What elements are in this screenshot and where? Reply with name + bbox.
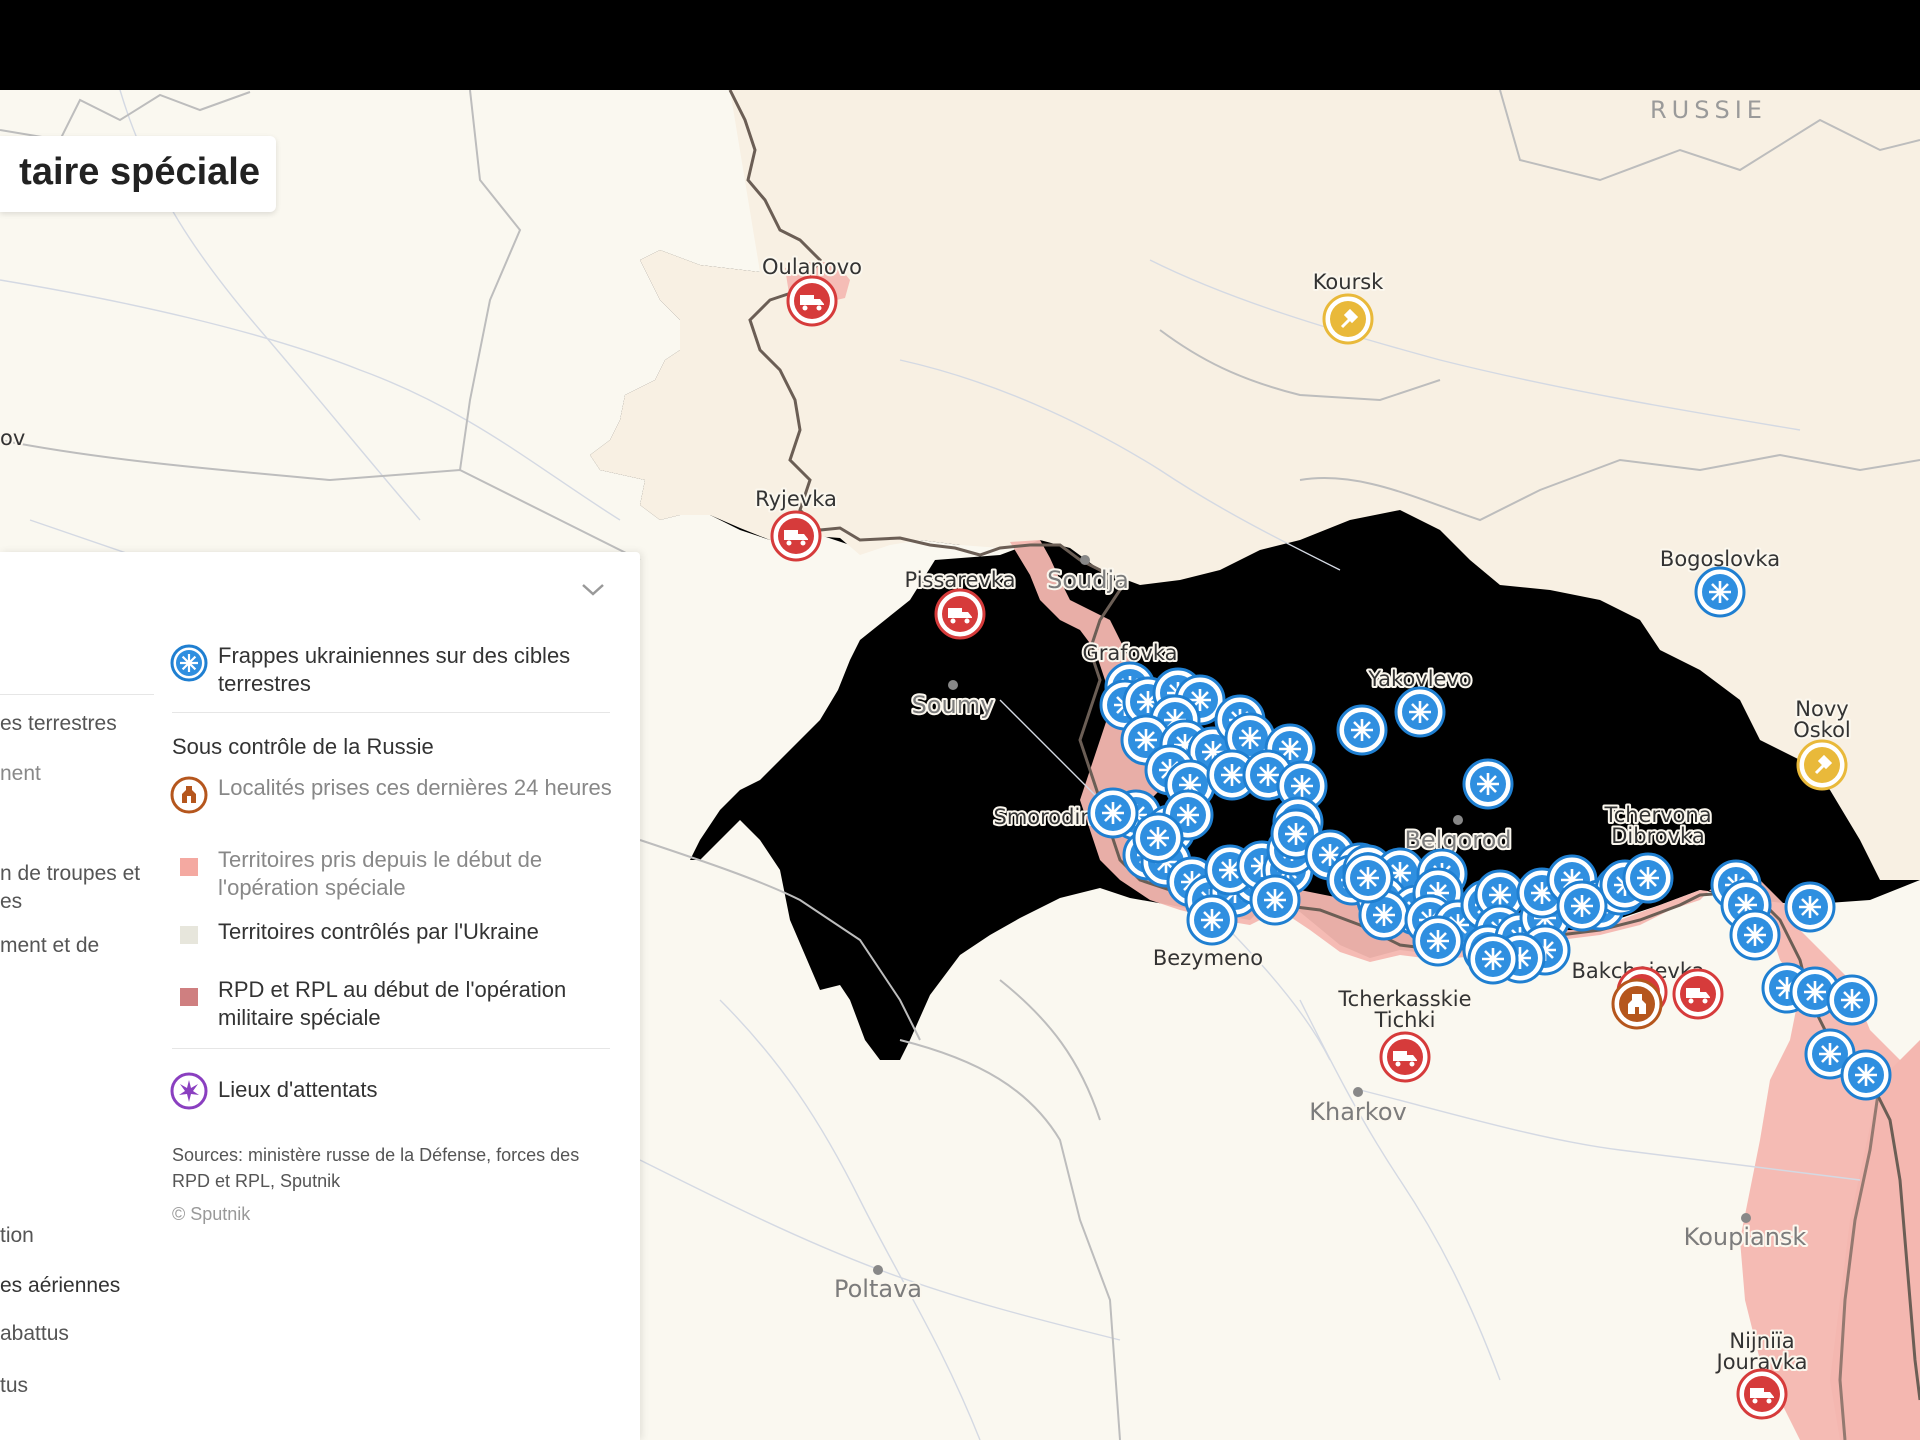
legend-item-captured-settlements: Localités prises ces dernières 24 heures bbox=[170, 774, 612, 830]
legend-item-captured-territory: Territoires pris depuis le début de l'op… bbox=[170, 846, 610, 902]
legend-item-label: Territoires contrôlés par l'Ukraine bbox=[218, 919, 539, 944]
captured-settlement-marker-icon[interactable] bbox=[1611, 978, 1663, 1030]
strike-marker-icon[interactable] bbox=[1412, 915, 1464, 967]
strike-marker-icon[interactable] bbox=[1556, 880, 1608, 932]
military-vehicle-marker-icon[interactable] bbox=[1672, 968, 1724, 1020]
ukraine-territory-swatch bbox=[180, 926, 198, 944]
strike-marker-icon[interactable] bbox=[1186, 894, 1238, 946]
legend-panel[interactable]: es terrestres nent n de troupes et es me… bbox=[0, 552, 640, 1440]
strike-marker-icon[interactable] bbox=[1132, 812, 1184, 864]
legend-item-label: Localités prises ces dernières 24 heures bbox=[218, 775, 612, 800]
military-vehicle-marker-icon[interactable] bbox=[1379, 1031, 1431, 1083]
legend-cut-label: tion bbox=[0, 1224, 34, 1247]
map-title: taire spéciale bbox=[19, 151, 260, 193]
legend-copyright: © Sputnik bbox=[172, 1204, 251, 1224]
attack-sites-icon bbox=[170, 1072, 208, 1110]
legend-sources: Sources: ministère russe de la Défense, … bbox=[172, 1145, 580, 1191]
strike-marker-icon[interactable] bbox=[1336, 704, 1388, 756]
city-label-kharkov: Kharkov bbox=[1309, 1098, 1406, 1126]
letterbox-top bbox=[0, 0, 1920, 90]
city-label-soumy: Soumy bbox=[912, 691, 995, 719]
legend-item-ukraine-territory: Territoires contrôlés par l'Ukraine bbox=[170, 918, 610, 952]
strike-marker-icon[interactable] bbox=[1840, 1049, 1892, 1101]
strike-marker-icon[interactable] bbox=[1462, 758, 1514, 810]
captured-settlement-icon bbox=[170, 776, 208, 814]
legend-item-label: Lieux d'attentats bbox=[218, 1077, 378, 1102]
attack-marker-icon[interactable] bbox=[1322, 293, 1374, 345]
legend-cut-label: n de troupes et bbox=[0, 862, 141, 885]
legend-section-header: Sous contrôle de la Russie bbox=[172, 734, 434, 759]
city-label-belgorod: Belgorod bbox=[1404, 826, 1511, 854]
legend-divider bbox=[172, 712, 610, 713]
country-label: RUSSIE bbox=[1650, 96, 1767, 124]
military-vehicle-marker-icon[interactable] bbox=[786, 275, 838, 327]
legend-item-label: Frappes ukrainiennes sur des cibles terr… bbox=[218, 643, 571, 696]
place-label-oulanovo: Oulanovo bbox=[762, 255, 862, 279]
place-label-pissarevka: Pissarevka bbox=[905, 568, 1016, 592]
strike-marker-icon[interactable] bbox=[1729, 909, 1781, 961]
legend-item-attacks: Lieux d'attentats bbox=[170, 1070, 610, 1110]
city-label-soudja: Soudja bbox=[1047, 566, 1129, 594]
legend-cut-label: abattus bbox=[0, 1322, 69, 1345]
strike-marker-icon[interactable] bbox=[1249, 874, 1301, 926]
legend-divider bbox=[0, 694, 154, 695]
legend-item-dpr-lpr: RPD et RPL au début de l'opération milit… bbox=[170, 976, 610, 1032]
attack-marker-icon[interactable] bbox=[1796, 739, 1848, 791]
strike-marker-icon[interactable] bbox=[1826, 974, 1878, 1026]
legend-cut-label: ment et de bbox=[0, 934, 100, 957]
place-label-grafovka: Grafovka bbox=[1082, 641, 1177, 665]
legend-cut-label: es terrestres bbox=[0, 712, 117, 735]
strike-marker-icon[interactable] bbox=[1087, 787, 1139, 839]
place-label-tchervona-dibrovka: Tchervona Dibrovka bbox=[1603, 803, 1711, 848]
military-vehicle-marker-icon[interactable] bbox=[1736, 1368, 1788, 1420]
strike-marker-icon[interactable] bbox=[1694, 566, 1746, 618]
place-label-ryjevka: Ryjevka bbox=[755, 487, 837, 511]
strike-marker-icon[interactable] bbox=[1467, 933, 1519, 985]
legend-cut-label: es bbox=[0, 890, 23, 913]
legend-left-column: es terrestres nent n de troupes et es me… bbox=[0, 552, 154, 1440]
city-label-koursk: Koursk bbox=[1313, 270, 1384, 294]
legend-cut-label: tus bbox=[0, 1374, 29, 1397]
dpr-lpr-swatch bbox=[180, 988, 198, 1006]
legend-cut-label: es aériennes bbox=[0, 1274, 121, 1297]
edge-label: ov bbox=[0, 426, 25, 450]
map-title-card: taire spéciale bbox=[0, 136, 276, 212]
legend-divider bbox=[172, 1048, 610, 1049]
strike-marker-icon[interactable] bbox=[1342, 852, 1394, 904]
place-label-bezymeno: Bezymeno bbox=[1153, 946, 1263, 970]
strike-marker-icon[interactable] bbox=[1394, 686, 1446, 738]
captured-territory-swatch bbox=[180, 858, 198, 876]
military-vehicle-marker-icon[interactable] bbox=[934, 588, 986, 640]
military-vehicle-marker-icon[interactable] bbox=[770, 510, 822, 562]
city-label-koupiansk: Koupiansk bbox=[1684, 1223, 1807, 1251]
legend-item-strikes: Frappes ukrainiennes sur des cibles terr… bbox=[170, 642, 610, 698]
legend-item-label: Territoires pris depuis le début de l'op… bbox=[218, 847, 543, 900]
strike-marker-icon[interactable] bbox=[1622, 852, 1674, 904]
city-label-poltava: Poltava bbox=[834, 1275, 922, 1303]
place-label-novy-oskol: Novy Oskol bbox=[1793, 697, 1851, 742]
strike-marker-icon[interactable] bbox=[1784, 881, 1836, 933]
place-label-nijniia-jouravka: Nijniïa Jouravka bbox=[1715, 1329, 1808, 1374]
chevron-down-icon[interactable] bbox=[580, 582, 606, 598]
strike-icon bbox=[170, 644, 208, 682]
map-viewport[interactable]: RUSSIE Koursk Soudja Soumy Belgorod Khar… bbox=[0, 0, 1920, 1440]
legend-cut-label: nent bbox=[0, 762, 41, 785]
legend-item-label: RPD et RPL au début de l'opération milit… bbox=[218, 977, 567, 1030]
